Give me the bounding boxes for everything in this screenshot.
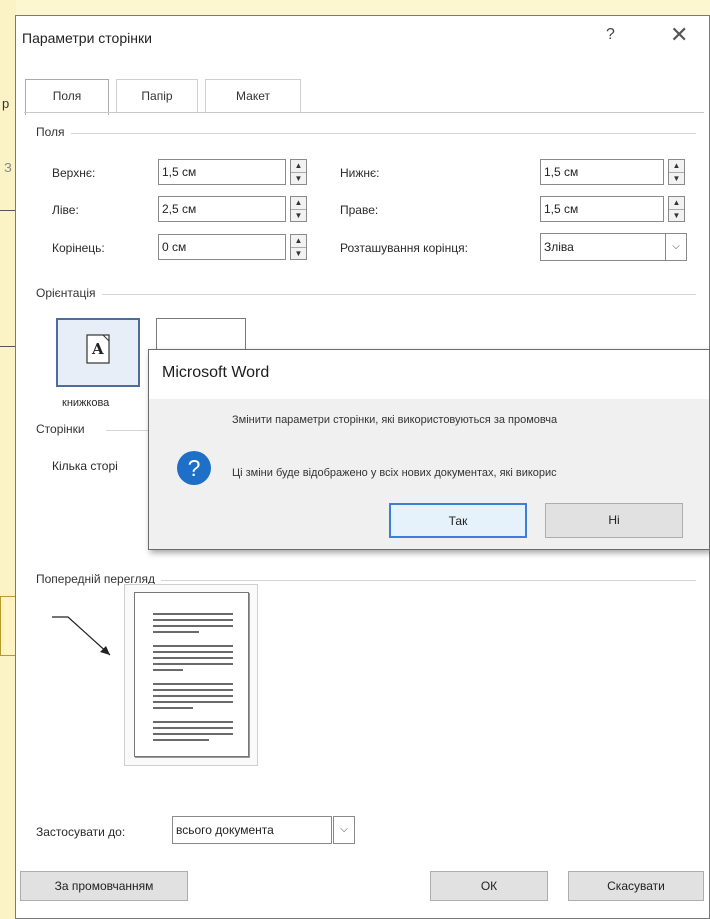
top-margin-input[interactable]: 1,5 см [158,159,286,185]
gutter-position-select[interactable]: Зліва [540,233,666,261]
margins-group-label: Поля [36,125,71,139]
spin-down-icon[interactable]: ▼ [291,172,306,184]
chevron-down-icon[interactable]: ⌵ [665,233,687,261]
tab-margins[interactable]: Поля [25,79,109,115]
slide-divider [0,346,16,347]
message-box-title: Microsoft Word [162,364,270,381]
spin-up-icon[interactable]: ▲ [291,235,306,247]
apply-to-label: Застосувати до: [36,825,126,839]
spin-down-icon[interactable]: ▼ [669,172,684,184]
spin-up-icon[interactable]: ▲ [669,160,684,172]
left-margin-input[interactable]: 2,5 см [158,196,286,222]
group-divider [36,294,696,295]
pages-group-label: Сторінки [36,422,91,436]
page-preview [124,584,258,766]
no-button[interactable]: Ні [545,503,683,538]
portrait-glyph: A [92,340,104,358]
spin-down-icon[interactable]: ▼ [291,247,306,259]
gutter-input[interactable]: 0 см [158,234,286,260]
gutter-spinner[interactable]: ▲ ▼ [290,234,307,260]
close-icon[interactable]: ✕ [670,22,688,48]
bottom-margin-label: Нижнє: [340,166,380,180]
apply-to-select[interactable]: всього документа [172,816,332,844]
slide-background [0,0,16,919]
dialog-title: Параметри сторінки [22,30,152,46]
slide-text-fragment: З [4,160,12,175]
ok-button[interactable]: ОК [430,871,548,901]
tab-paper[interactable]: Папір [116,79,198,112]
portrait-button[interactable]: A [56,318,140,387]
group-divider [36,133,696,134]
left-margin-label: Ліве: [52,203,79,217]
preview-page [134,592,249,757]
yes-button[interactable]: Так [389,503,527,538]
help-icon[interactable]: ? [606,26,615,44]
slide-divider [0,210,16,211]
chevron-down-icon[interactable]: ⌵ [333,816,355,844]
right-margin-label: Праве: [340,203,379,217]
orientation-group-label: Орієнтація [36,286,102,300]
bottom-margin-spinner[interactable]: ▲ ▼ [668,159,685,185]
right-margin-spinner[interactable]: ▲ ▼ [668,196,685,222]
cancel-button[interactable]: Скасувати [568,871,704,901]
message-line: Змінити параметри сторінки, які використ… [232,414,558,426]
left-margin-spinner[interactable]: ▲ ▼ [290,196,307,222]
top-margin-label: Верхнє: [52,166,96,180]
bottom-margin-input[interactable]: 1,5 см [540,159,664,185]
spin-up-icon[interactable]: ▲ [669,197,684,209]
question-icon: ? [177,451,211,485]
spin-up-icon[interactable]: ▲ [291,197,306,209]
spin-up-icon[interactable]: ▲ [291,160,306,172]
tab-layout[interactable]: Макет [205,79,301,112]
set-as-default-button[interactable]: За промовчанням [20,871,188,901]
callout-arrow [52,616,111,656]
spin-down-icon[interactable]: ▼ [291,209,306,221]
gutter-label: Корінець: [52,241,105,255]
multiple-pages-label: Кілька сторі [52,459,118,473]
right-margin-input[interactable]: 1,5 см [540,196,664,222]
slide-text-fragment: р [2,96,10,111]
word-confirm-dialog: Microsoft Word ? Змінити параметри сторі… [148,349,710,550]
top-margin-spinner[interactable]: ▲ ▼ [290,159,307,185]
gutter-position-label: Розташування корінця: [340,241,468,255]
message-line: Ці зміни буде відображено у всіх нових д… [232,467,557,479]
portrait-label: книжкова [62,397,110,409]
spin-down-icon[interactable]: ▼ [669,209,684,221]
